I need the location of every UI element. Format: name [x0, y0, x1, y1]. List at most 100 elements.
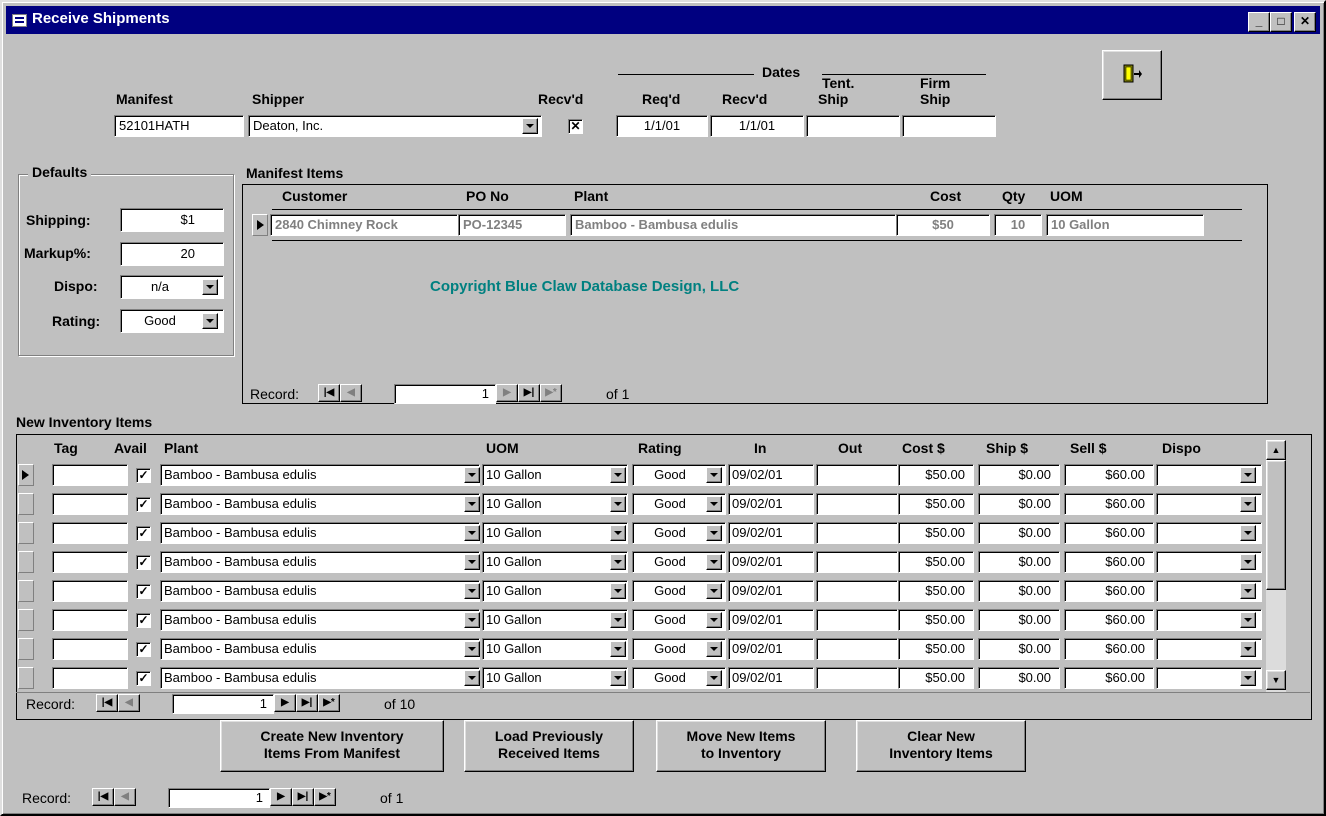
dispo-dropdown-icon[interactable] [1240, 641, 1256, 657]
firm-ship-field[interactable] [902, 115, 996, 137]
form-previous-record-icon[interactable]: ◀ [114, 788, 136, 806]
manifest-new-record-icon[interactable]: ▶* [540, 384, 562, 402]
inventory-sell-cell[interactable]: $60.00 [1064, 580, 1154, 602]
inventory-ship-cell[interactable]: $0.00 [978, 609, 1060, 631]
recvd-checkbox[interactable]: ✕ [568, 119, 583, 134]
inventory-previous-record-icon[interactable]: ◀ [118, 694, 140, 712]
dispo-dropdown-icon[interactable] [1240, 525, 1256, 541]
inventory-tag-cell[interactable] [52, 464, 128, 486]
exit-button[interactable] [1102, 50, 1162, 100]
dispo-dropdown-icon[interactable] [202, 279, 218, 295]
uom-dropdown-icon[interactable] [610, 583, 626, 599]
scroll-down-icon[interactable]: ▼ [1266, 670, 1286, 690]
shipping-field[interactable]: $1 [120, 208, 224, 232]
inventory-record-selector[interactable] [18, 493, 34, 515]
inventory-avail-checkbox[interactable]: ✓ [136, 613, 151, 628]
plant-dropdown-icon[interactable] [464, 583, 480, 599]
inventory-first-record-icon[interactable]: |◀ [96, 694, 118, 712]
inventory-in-date-cell[interactable]: 09/02/01 [728, 638, 814, 660]
inventory-record-selector[interactable] [18, 551, 34, 573]
manifest-qty-cell[interactable]: 10 [994, 214, 1042, 236]
inventory-avail-checkbox[interactable]: ✓ [136, 497, 151, 512]
markup-field[interactable]: 20 [120, 242, 224, 266]
inventory-cost-cell[interactable]: $50.00 [898, 551, 974, 573]
inventory-in-date-cell[interactable]: 09/02/01 [728, 464, 814, 486]
inventory-uom-combo[interactable]: 10 Gallon [482, 667, 628, 689]
inventory-ship-cell[interactable]: $0.00 [978, 551, 1060, 573]
inventory-avail-checkbox[interactable]: ✓ [136, 671, 151, 686]
inventory-cost-cell[interactable]: $50.00 [898, 493, 974, 515]
inventory-tag-cell[interactable] [52, 522, 128, 544]
reqd-date-field[interactable]: 1/1/01 [616, 115, 708, 137]
dispo-dropdown-icon[interactable] [1240, 670, 1256, 686]
inventory-last-record-icon[interactable]: ▶| [296, 694, 318, 712]
manifest-uom-cell[interactable]: 10 Gallon [1046, 214, 1204, 236]
inventory-cost-cell[interactable]: $50.00 [898, 609, 974, 631]
create-inventory-from-manifest-button[interactable]: Create New Inventory Items From Manifest [220, 720, 444, 772]
inventory-tag-cell[interactable] [52, 609, 128, 631]
inventory-out-date-cell[interactable] [816, 580, 898, 602]
inventory-record-selector[interactable] [18, 609, 34, 631]
inventory-uom-combo[interactable]: 10 Gallon [482, 493, 628, 515]
inventory-sell-cell[interactable]: $60.00 [1064, 609, 1154, 631]
title-bar[interactable]: Receive Shipments _ □ ✕ [6, 6, 1320, 34]
minimize-button[interactable]: _ [1248, 12, 1270, 32]
inventory-tag-cell[interactable] [52, 580, 128, 602]
rating-dropdown-icon[interactable] [706, 496, 722, 512]
uom-dropdown-icon[interactable] [610, 670, 626, 686]
uom-dropdown-icon[interactable] [610, 467, 626, 483]
manifest-po-cell[interactable]: PO-12345 [458, 214, 566, 236]
plant-dropdown-icon[interactable] [464, 670, 480, 686]
uom-dropdown-icon[interactable] [610, 496, 626, 512]
inventory-uom-combo[interactable]: 10 Gallon [482, 464, 628, 486]
inventory-out-date-cell[interactable] [816, 609, 898, 631]
inventory-plant-combo[interactable]: Bamboo - Bambusa edulis [160, 667, 480, 689]
scrollbar-thumb[interactable] [1266, 460, 1286, 590]
plant-dropdown-icon[interactable] [464, 612, 480, 628]
inventory-sell-cell[interactable]: $60.00 [1064, 464, 1154, 486]
manifest-cost-cell[interactable]: $50 [896, 214, 990, 236]
inventory-record-selector[interactable] [18, 667, 34, 689]
maximize-button[interactable]: □ [1270, 12, 1292, 32]
inventory-cost-cell[interactable]: $50.00 [898, 522, 974, 544]
inventory-in-date-cell[interactable]: 09/02/01 [728, 580, 814, 602]
inventory-in-date-cell[interactable]: 09/02/01 [728, 522, 814, 544]
plant-dropdown-icon[interactable] [464, 467, 480, 483]
inventory-record-selector[interactable] [18, 464, 34, 486]
inventory-tag-cell[interactable] [52, 493, 128, 515]
form-next-record-icon[interactable]: ▶ [270, 788, 292, 806]
inventory-in-date-cell[interactable]: 09/02/01 [728, 609, 814, 631]
inventory-next-record-icon[interactable]: ▶ [274, 694, 296, 712]
inventory-avail-checkbox[interactable]: ✓ [136, 526, 151, 541]
dispo-dropdown-icon[interactable] [1240, 467, 1256, 483]
inventory-sell-cell[interactable]: $60.00 [1064, 667, 1154, 689]
inventory-out-date-cell[interactable] [816, 493, 898, 515]
inventory-cost-cell[interactable]: $50.00 [898, 667, 974, 689]
inventory-tag-cell[interactable] [52, 638, 128, 660]
inventory-avail-checkbox[interactable]: ✓ [136, 584, 151, 599]
form-first-record-icon[interactable]: |◀ [92, 788, 114, 806]
inventory-in-date-cell[interactable]: 09/02/01 [728, 493, 814, 515]
scroll-up-icon[interactable]: ▲ [1266, 440, 1286, 460]
manifest-plant-cell[interactable]: Bamboo - Bambusa edulis [570, 214, 896, 236]
manifest-previous-record-icon[interactable]: ◀ [340, 384, 362, 402]
dispo-dropdown-icon[interactable] [1240, 554, 1256, 570]
rating-dropdown-icon[interactable] [706, 670, 722, 686]
inventory-plant-combo[interactable]: Bamboo - Bambusa edulis [160, 638, 480, 660]
inventory-in-date-cell[interactable]: 09/02/01 [728, 551, 814, 573]
form-record-number-field[interactable]: 1 [168, 788, 270, 808]
inventory-tag-cell[interactable] [52, 667, 128, 689]
inventory-record-number-field[interactable]: 1 [172, 694, 274, 714]
inventory-plant-combo[interactable]: Bamboo - Bambusa edulis [160, 551, 480, 573]
shipper-combo[interactable]: Deaton, Inc. [248, 115, 542, 137]
inventory-ship-cell[interactable]: $0.00 [978, 522, 1060, 544]
inventory-plant-combo[interactable]: Bamboo - Bambusa edulis [160, 580, 480, 602]
manifest-field[interactable]: 52101HATH [114, 115, 244, 137]
inventory-ship-cell[interactable]: $0.00 [978, 493, 1060, 515]
inventory-avail-checkbox[interactable]: ✓ [136, 642, 151, 657]
inventory-sell-cell[interactable]: $60.00 [1064, 493, 1154, 515]
inventory-record-selector[interactable] [18, 638, 34, 660]
inventory-cost-cell[interactable]: $50.00 [898, 464, 974, 486]
manifest-customer-cell[interactable]: 2840 Chimney Rock [270, 214, 458, 236]
inventory-ship-cell[interactable]: $0.00 [978, 667, 1060, 689]
